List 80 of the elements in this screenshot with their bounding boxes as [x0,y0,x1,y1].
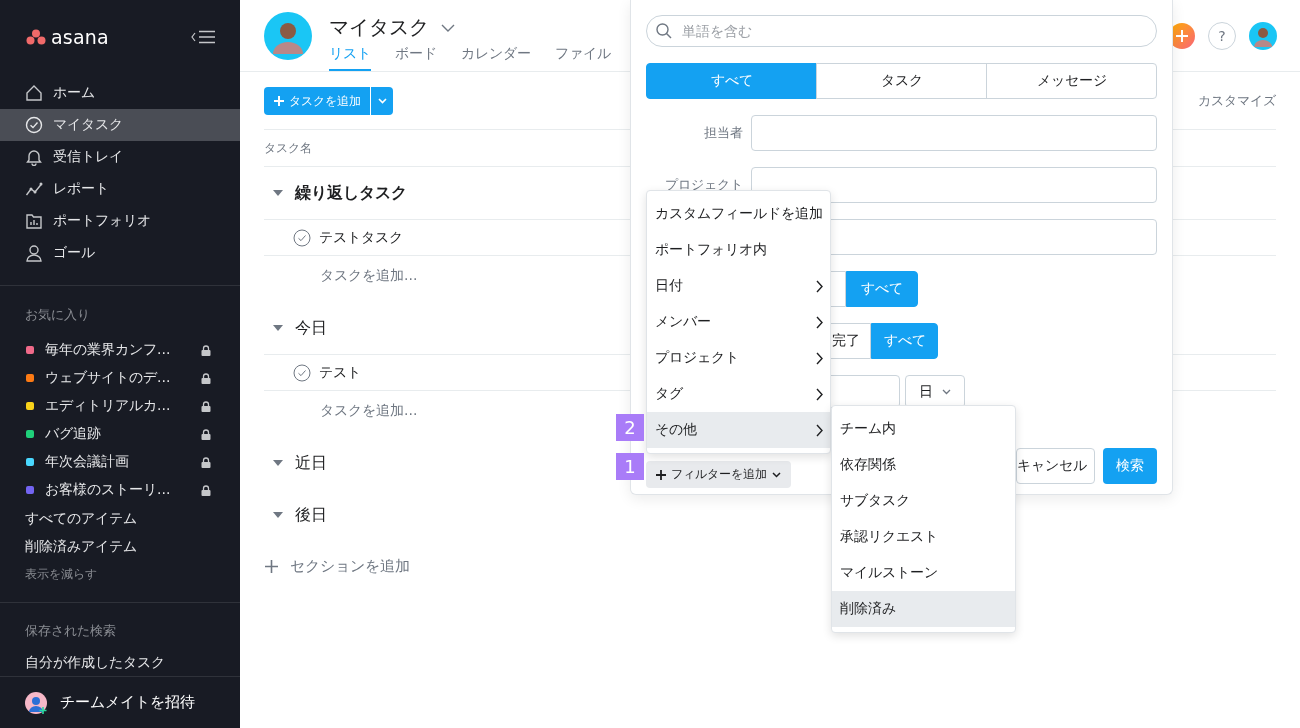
saved-search[interactable]: 自分が作成したタスク [0,648,240,676]
chevron-down-icon [377,98,387,104]
nav-item[interactable]: 受信トレイ [0,141,240,173]
menu-item[interactable]: その他 [647,412,830,448]
search-field[interactable]: 単語を含む [646,15,1157,47]
nav-item[interactable]: レポート [0,173,240,205]
task-name[interactable]: テストタスク [319,228,403,247]
nav-item[interactable]: ポートフォリオ [0,205,240,237]
task-name[interactable]: テスト [319,363,361,382]
favorite-project[interactable]: エディトリアルカ... [0,392,240,420]
menu-item[interactable]: メンバー [647,304,830,340]
section-title: お気に入り [24,306,91,324]
favorite-project[interactable]: お客様のストーリ... [0,476,240,504]
menu-item[interactable]: チーム内 [832,411,1015,447]
scope-tab[interactable]: タスク [816,63,987,99]
project-name: 年次会議計画 [45,453,130,471]
menu-item[interactable]: タグ [647,376,830,412]
section-title: 今日 [295,317,327,339]
menu-item[interactable]: サブタスク [832,483,1015,519]
asana-logo-icon [26,29,46,45]
plus-icon [656,469,666,480]
step-number: 1 [616,453,644,480]
favorite-project[interactable]: ウェブサイトのデ... [0,364,240,392]
step-number: 2 [616,414,644,441]
invite-button[interactable]: チームメイトを招待 [0,676,240,728]
page-title: マイタスク [329,14,429,41]
add-filter-button[interactable]: フィルターを追加 [646,461,791,488]
input-field[interactable] [751,115,1157,151]
section-title: 保存された検索 [24,622,117,640]
sidebar-link[interactable]: すべてのアイテム [0,504,240,532]
project-name: バグ追跡 [45,425,102,443]
add-section-button[interactable]: セクションを追加 [264,541,410,591]
search-icon [656,23,672,39]
section-title: 近日 [295,452,327,474]
bell-icon [25,148,43,166]
plus-icon [265,559,278,573]
collapse-sidebar-button[interactable] [190,30,216,44]
section-title: 後日 [295,504,327,526]
check-circle-icon [25,116,43,134]
project-name: 毎年の業界カンフ... [45,341,172,359]
chevron-down-icon [942,388,951,395]
chevron-down-icon [772,471,781,478]
title-dropdown-button[interactable] [441,23,455,32]
menu-item[interactable]: ポートフォリオ内 [647,232,830,268]
add-task-dropdown-button[interactable] [371,87,393,115]
menu-item[interactable]: プロジェクト [647,340,830,376]
plus-icon [274,96,284,106]
menu-item[interactable]: マイルストーン [832,555,1015,591]
sidebar-link[interactable]: 削除済みアイテム [0,532,240,560]
favorite-project[interactable]: バグ追跡 [0,420,240,448]
menu-item[interactable]: カスタムフィールドを追加 [647,196,830,232]
menu-item[interactable]: 依存関係 [832,447,1015,483]
line-chart-icon [25,180,43,198]
avatar-icon [264,12,312,60]
view-tab[interactable]: カレンダー [461,45,531,71]
menu-item[interactable]: 削除済み [832,591,1015,627]
view-tab[interactable]: ファイル [555,45,611,71]
nav-item[interactable]: ゴール [0,237,240,269]
menu-item[interactable]: 承認リクエスト [832,519,1015,555]
scope-tab[interactable]: メッセージ [986,63,1157,99]
home-icon [25,84,43,102]
customize-button[interactable]: カスタマイズ [1198,92,1276,110]
show-less-link[interactable]: 表示を減らす [0,560,240,588]
collapse-menu-icon [190,30,216,44]
person-icon [25,244,43,262]
project-name: エディトリアルカ... [45,397,172,415]
folder-chart-icon [25,212,43,230]
logo-text: asana [51,26,109,48]
project-name: ウェブサイトのデ... [45,369,172,387]
menu-item[interactable]: 日付 [647,268,830,304]
project-name: お客様のストーリ... [45,481,172,499]
nav-item[interactable]: ホーム [0,77,240,109]
section-title: 繰り返しタスク [295,182,407,204]
nav-item[interactable]: マイタスク [0,109,240,141]
plus-icon [1176,29,1188,42]
view-tab[interactable]: ボード [395,45,437,71]
chevron-down-icon [441,23,455,32]
avatar-icon [1249,21,1277,50]
favorite-project[interactable]: 毎年の業界カンフ... [0,336,240,364]
favorite-project[interactable]: 年次会議計画 [0,448,240,476]
